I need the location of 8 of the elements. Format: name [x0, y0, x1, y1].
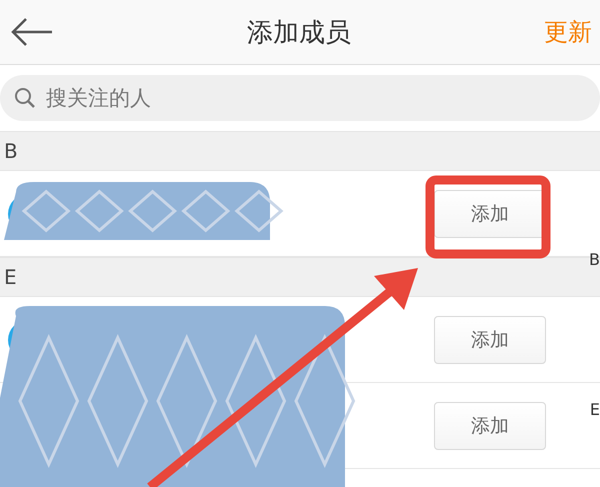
section-letter: E [4, 265, 17, 289]
index-letter[interactable]: B [589, 250, 600, 269]
section-letter: B [4, 139, 18, 163]
page-title: 添加成员 [247, 16, 351, 50]
add-button[interactable]: 添加 [434, 316, 546, 364]
index-letter[interactable]: E [590, 400, 600, 419]
search-field[interactable]: 搜关注的人 [0, 75, 600, 121]
add-button[interactable]: 添加 [434, 402, 546, 450]
